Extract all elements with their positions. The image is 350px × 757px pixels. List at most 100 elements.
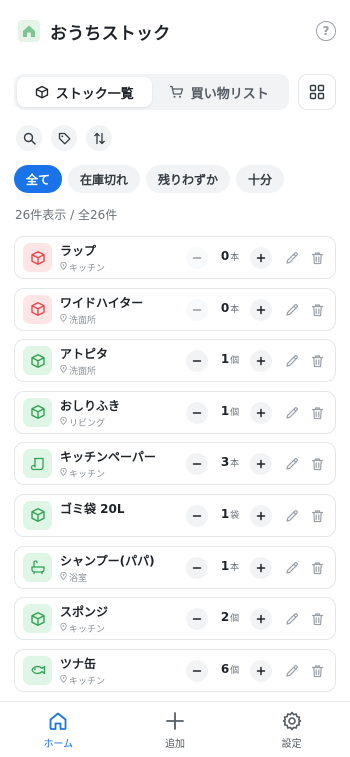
quantity-unit: 個 — [230, 614, 240, 625]
tab-shopping-list[interactable]: 買い物リスト — [152, 77, 287, 107]
scroll-icon — [23, 449, 52, 479]
edit-button[interactable] — [283, 610, 301, 628]
help-icon[interactable]: ? — [316, 21, 336, 41]
location-pin-icon — [60, 416, 67, 428]
sort-button[interactable] — [86, 125, 112, 151]
plus-icon — [256, 356, 266, 366]
increase-button[interactable] — [250, 504, 272, 527]
minus-icon — [192, 356, 202, 366]
item-name: アトピタ — [60, 347, 109, 362]
edit-button[interactable] — [283, 249, 301, 267]
delete-button[interactable] — [308, 610, 326, 628]
filter-chip-out-of-stock[interactable]: 在庫切れ — [68, 165, 141, 193]
decrease-button[interactable] — [186, 401, 208, 424]
edit-button[interactable] — [283, 352, 301, 370]
delete-button[interactable] — [308, 249, 326, 267]
cube-icon — [35, 85, 48, 99]
nav-add[interactable]: 追加 — [117, 702, 234, 757]
item-location: キッチン — [60, 622, 105, 635]
quantity-value: 1袋 — [220, 506, 240, 521]
edit-button[interactable] — [283, 455, 301, 473]
stock-item[interactable]: シャンプー(パパ) 浴室 1本 — [14, 545, 336, 589]
stock-item[interactable]: ワイドハイター 洗面所 0本 — [14, 287, 336, 331]
grid-view-button[interactable] — [298, 74, 336, 110]
trash-icon — [311, 354, 324, 368]
location-pin-icon — [60, 468, 67, 479]
stock-item[interactable]: ゴミ袋 20L 1袋 — [14, 493, 336, 537]
box-icon — [23, 294, 52, 324]
stock-item[interactable]: スポンジ キッチン 2個 — [14, 597, 336, 641]
delete-button[interactable] — [308, 301, 326, 319]
stock-item[interactable]: ツナ缶 キッチン 6個 — [14, 648, 336, 692]
box-icon — [23, 397, 52, 427]
item-location: 洗面所 — [60, 364, 96, 377]
decrease-button[interactable] — [186, 247, 208, 269]
edit-button[interactable] — [283, 507, 301, 525]
filter-chip-enough[interactable]: 十分 — [236, 165, 285, 193]
increase-button[interactable] — [250, 298, 272, 321]
delete-button[interactable] — [308, 404, 326, 422]
minus-icon — [192, 563, 202, 573]
quantity-value: 1個 — [220, 403, 240, 418]
decrease-button[interactable] — [186, 556, 208, 579]
filter-chip-low[interactable]: 残りわずか — [146, 165, 231, 193]
increase-button[interactable] — [250, 608, 272, 631]
delete-button[interactable] — [308, 507, 326, 525]
location-pin-icon — [60, 261, 67, 273]
tab-shopping-list-label: 買い物リスト — [190, 86, 269, 102]
result-count: 26件表示 / 全26件 — [15, 208, 118, 222]
pencil-icon — [285, 664, 299, 678]
stock-item[interactable]: キッチンペーパー キッチン 3本 — [14, 442, 336, 486]
stock-item[interactable]: ラップ キッチン 0本 — [14, 236, 336, 279]
trash-icon — [311, 509, 324, 523]
quantity-value: 2個 — [220, 610, 240, 625]
decrease-button[interactable] — [186, 504, 208, 527]
nav-home[interactable]: ホーム — [0, 702, 117, 757]
pencil-icon — [285, 251, 299, 265]
minus-icon — [192, 253, 202, 263]
tab-stock-list[interactable]: ストック一覧 — [17, 77, 152, 107]
decrease-button[interactable] — [186, 659, 208, 682]
edit-button[interactable] — [283, 404, 301, 422]
increase-button[interactable] — [250, 556, 272, 579]
edit-button[interactable] — [283, 559, 301, 577]
filter-chip-all[interactable]: 全て — [14, 165, 63, 193]
quantity-value: 1個 — [220, 352, 240, 367]
stock-item[interactable]: おしりふき リビング 1個 — [14, 390, 336, 434]
quantity-unit: 本 — [230, 304, 240, 315]
delete-button[interactable] — [308, 455, 326, 473]
item-location: キッチン — [60, 674, 105, 687]
quantity-value: 0本 — [220, 300, 240, 315]
edit-button[interactable] — [283, 301, 301, 319]
delete-button[interactable] — [308, 352, 326, 370]
decrease-button[interactable] — [186, 608, 208, 631]
decrease-button[interactable] — [186, 350, 208, 373]
item-name: キッチンペーパー — [60, 450, 156, 465]
increase-button[interactable] — [250, 350, 272, 373]
minus-icon — [192, 305, 202, 315]
increase-button[interactable] — [250, 401, 272, 424]
increase-button[interactable] — [250, 453, 272, 476]
home-icon — [49, 712, 67, 730]
increase-button[interactable] — [250, 659, 272, 682]
item-name: ワイドハイター — [60, 295, 144, 310]
status-filter-chips: 全て 在庫切れ 残りわずか 十分 — [14, 165, 285, 193]
app-title: おうちストック — [50, 23, 171, 44]
increase-button[interactable] — [250, 247, 272, 269]
delete-button[interactable] — [308, 662, 326, 680]
edit-button[interactable] — [283, 662, 301, 680]
tag-filter-button[interactable] — [51, 125, 77, 151]
decrease-button[interactable] — [186, 298, 208, 321]
plus-icon — [256, 511, 266, 521]
delete-button[interactable] — [308, 559, 326, 577]
plus-icon — [256, 408, 266, 418]
pencil-icon — [285, 406, 299, 420]
item-name: おしりふき — [60, 398, 121, 413]
quantity-value: 6個 — [220, 661, 240, 676]
search-button[interactable] — [16, 125, 42, 151]
trash-icon — [311, 612, 324, 626]
decrease-button[interactable] — [186, 453, 208, 476]
nav-settings[interactable]: 設定 — [233, 702, 350, 757]
minus-icon — [192, 614, 202, 624]
stock-item[interactable]: アトピタ 洗面所 1個 — [14, 339, 336, 383]
